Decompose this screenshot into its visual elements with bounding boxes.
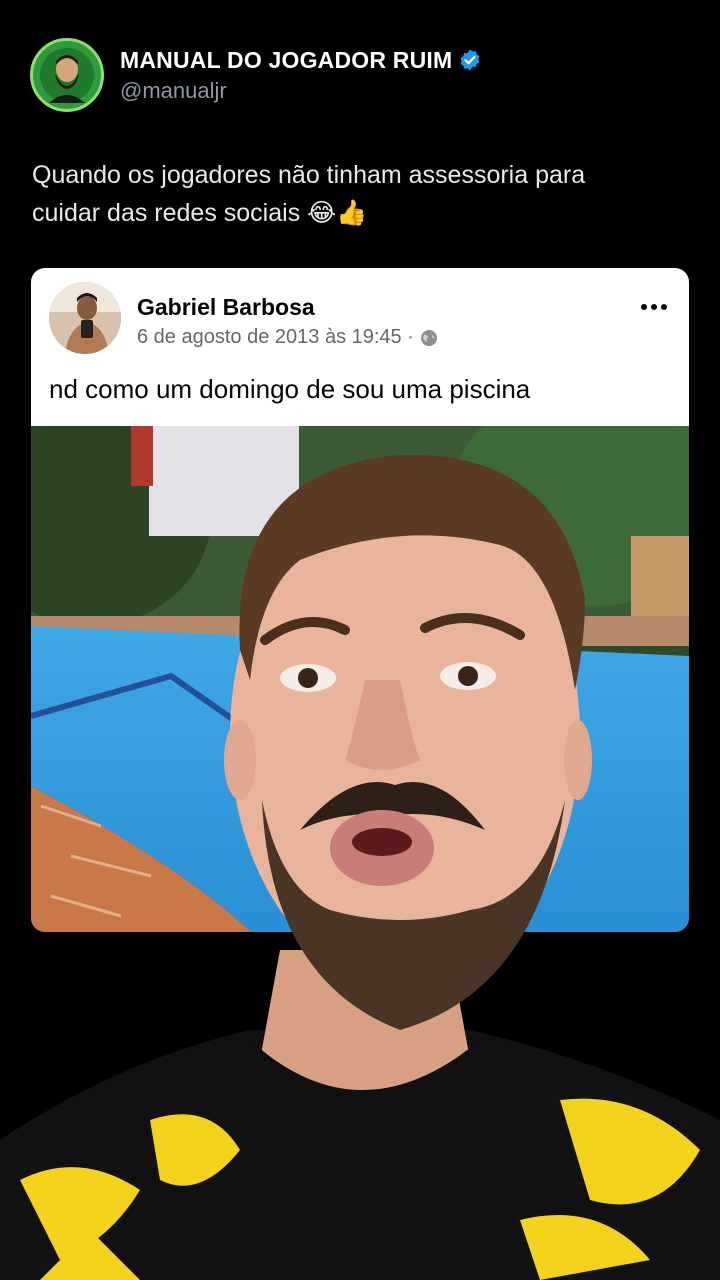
laughing-thumbs-up-emoji: 😂👍 bbox=[307, 198, 368, 227]
post-date: 6 de agosto de 2013 às 19:45 · bbox=[137, 326, 438, 349]
post-date-text: 6 de agosto de 2013 às 19:45 · bbox=[137, 326, 414, 348]
swimming-pool-photo bbox=[31, 426, 689, 932]
tweet-text-line1: Quando os jogadores não tinham assessori… bbox=[32, 161, 586, 189]
author-avatar bbox=[49, 282, 121, 354]
more-options-icon[interactable] bbox=[641, 304, 667, 310]
globe-icon bbox=[420, 329, 438, 347]
tweet-text-line2: cuidar das redes sociais bbox=[32, 199, 301, 227]
post-text: nd como um domingo de sou uma piscina bbox=[49, 374, 531, 404]
bearded-man-avatar-icon bbox=[40, 48, 94, 103]
profile-avatar[interactable] bbox=[30, 38, 104, 112]
display-name-text: MANUAL DO JOGADOR RUIM bbox=[120, 46, 453, 73]
tweet-header: MANUAL DO JOGADOR RUIM @manualjr bbox=[30, 38, 482, 112]
post-author-name[interactable]: Gabriel Barbosa bbox=[137, 294, 315, 321]
verified-badge-icon bbox=[458, 48, 482, 72]
display-name[interactable]: MANUAL DO JOGADOR RUIM bbox=[120, 47, 482, 74]
tweet-text: Quando os jogadores não tinham assessori… bbox=[32, 156, 692, 232]
user-handle[interactable]: @manualjr bbox=[120, 78, 482, 104]
facebook-post-card: Gabriel Barbosa 6 de agosto de 2013 às 1… bbox=[31, 268, 689, 932]
